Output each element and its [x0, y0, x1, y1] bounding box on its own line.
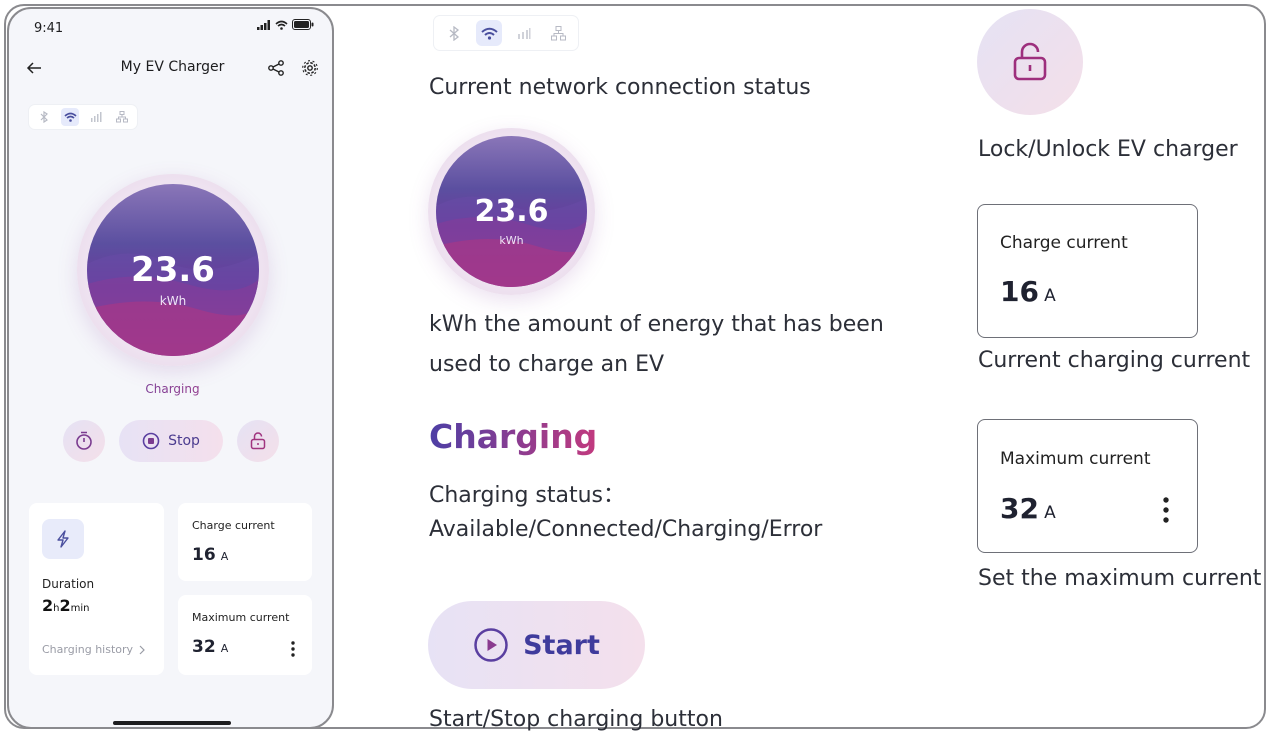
timer-icon: [76, 431, 92, 450]
max-current-value: 32 A: [192, 637, 228, 657]
lightning-icon-badge: [42, 519, 84, 559]
energy-gauge: 23.6 kWh: [77, 174, 269, 366]
status-caption-line1: Charging status：: [429, 483, 626, 508]
cellular-icon: [512, 21, 536, 45]
lock-caption: Lock/Unlock EV charger: [978, 137, 1238, 162]
ethernet-icon: [113, 108, 131, 126]
network-caption: Current network connection status: [429, 75, 811, 100]
charge-current-unit: A: [220, 550, 229, 563]
annotation-max-current-value: 32 A: [1000, 492, 1056, 525]
settings-gear-icon: [302, 60, 318, 76]
energy-gauge-fill: 23.6 kWh: [87, 184, 259, 356]
cellular-icon: [87, 108, 105, 126]
start-button[interactable]: Start: [428, 601, 645, 689]
phone-screen: 9:41 My EV Charger 23.6 kWh Charging Sto…: [7, 7, 334, 729]
annotation-charge-current-card: Charge current 16 A: [977, 204, 1198, 338]
settings-button[interactable]: [299, 57, 321, 79]
energy-caption-line2: used to charge an EV: [429, 352, 665, 377]
lock-toggle-button[interactable]: [237, 420, 279, 462]
max-current-number: 32: [192, 637, 216, 657]
max-current-label: Maximum current: [192, 611, 290, 624]
duration-minutes-unit: min: [70, 603, 90, 614]
wifi-icon: [476, 20, 502, 46]
bluetooth-icon: [442, 21, 466, 45]
max-current-unit: A: [220, 642, 229, 655]
start-caption: Start/Stop charging button: [429, 707, 723, 732]
charge-current-card: Charge current 16 A: [178, 503, 312, 581]
duration-hours: 2: [42, 596, 54, 615]
charge-current-caption: Current charging current: [978, 348, 1251, 373]
energy-unit: kWh: [159, 294, 187, 308]
chevron-right-icon: [139, 645, 145, 654]
stop-icon: [142, 432, 160, 450]
status-heading: Charging: [429, 417, 598, 456]
ethernet-icon: [546, 21, 570, 45]
timer-button[interactable]: [63, 420, 105, 462]
charge-current-value: 16 A: [192, 545, 228, 565]
signal-icon: [257, 19, 270, 30]
start-label: Start: [523, 629, 600, 661]
annotation-energy-value: 23.6: [474, 194, 549, 229]
duration-label: Duration: [42, 577, 95, 591]
annotation-connection-status-bar: [434, 16, 578, 50]
charge-current-number: 16: [192, 545, 216, 565]
connection-status-bar: [29, 105, 137, 129]
max-current-more-button[interactable]: [286, 639, 300, 659]
max-current-card[interactable]: Maximum current 32 A: [178, 595, 312, 675]
charging-history-label: Charging history: [42, 643, 134, 656]
share-icon: [268, 60, 284, 76]
lightning-icon: [57, 530, 69, 548]
annotation-energy-gauge-fill: 23.6 kWh: [436, 136, 587, 287]
play-icon: [474, 628, 508, 662]
wifi-status-icon: [275, 20, 288, 30]
charge-current-label: Charge current: [192, 519, 275, 532]
home-indicator: [113, 721, 231, 725]
charging-status-text: Charging: [9, 382, 332, 396]
status-time: 9:41: [34, 21, 64, 36]
duration-value: 2h2min: [42, 596, 89, 615]
stop-button[interactable]: Stop: [119, 420, 223, 462]
duration-minutes: 2: [59, 596, 71, 615]
status-caption-line2: Available/Connected/Charging/Error: [429, 517, 823, 542]
energy-caption-line1: kWh the amount of energy that has been: [429, 312, 884, 337]
unlock-icon: [250, 432, 266, 450]
battery-icon: [292, 19, 314, 30]
annotation-energy-unit: kWh: [499, 234, 524, 247]
status-bar-icons: [257, 19, 314, 30]
annotation-charge-current-value: 16 A: [1000, 275, 1056, 308]
annotation-max-current-label: Maximum current: [1000, 449, 1151, 469]
more-vertical-icon: [1163, 497, 1169, 523]
share-button[interactable]: [265, 57, 287, 79]
annotation-lock-toggle-button[interactable]: [977, 9, 1083, 115]
stop-label: Stop: [168, 433, 200, 449]
annotation-max-current-number: 32: [1000, 492, 1039, 525]
annotation-max-current-card[interactable]: Maximum current 32 A: [977, 419, 1198, 553]
energy-value: 23.6: [131, 250, 215, 290]
annotation-max-current-unit: A: [1044, 503, 1056, 523]
annotation-charge-current-unit: A: [1044, 286, 1056, 306]
bluetooth-icon: [35, 108, 53, 126]
unlock-icon: [1013, 42, 1047, 81]
annotation-charge-current-number: 16: [1000, 275, 1039, 308]
max-current-caption: Set the maximum current: [978, 566, 1262, 591]
more-vertical-icon: [291, 641, 295, 657]
charging-history-link[interactable]: Charging history: [42, 643, 145, 656]
wifi-icon: [61, 108, 79, 126]
annotation-max-current-more-button[interactable]: [1158, 494, 1174, 526]
annotation-charge-current-label: Charge current: [1000, 233, 1128, 253]
annotation-energy-gauge: 23.6 kWh: [428, 128, 595, 295]
duration-card: Duration 2h2min Charging history: [29, 503, 164, 675]
